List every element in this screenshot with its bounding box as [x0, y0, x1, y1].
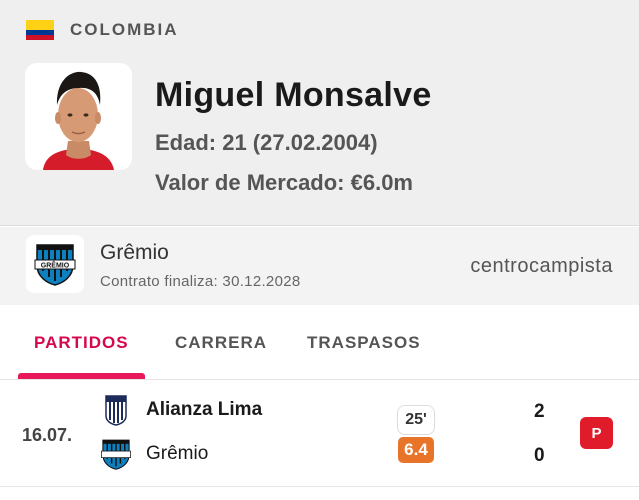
country-row[interactable]: COLOMBIA: [26, 20, 179, 40]
tab-carrera[interactable]: CARRERA: [175, 333, 267, 353]
player-header: COLOMBIA Miguel Monsalve Edad: 21 (27.02…: [0, 0, 639, 226]
alianza-lima-crest-icon: [100, 393, 132, 427]
colombia-flag-icon: [26, 20, 54, 40]
country-name: COLOMBIA: [70, 20, 179, 39]
player-photo: [25, 63, 132, 170]
svg-text:GRÊMIO: GRÊMIO: [41, 261, 70, 270]
home-team-name: Alianza Lima: [146, 399, 263, 420]
home-team: Alianza Lima: [100, 393, 262, 427]
active-tab-indicator: [18, 373, 145, 379]
result-badge: P: [580, 417, 613, 449]
tab-bar: PARTIDOS CARRERA TRASPASOS: [0, 305, 639, 380]
gremio-crest-icon: [100, 437, 132, 471]
minutes-played: 25': [397, 405, 435, 435]
away-team: Grêmio: [100, 437, 208, 471]
away-team-name: Grêmio: [146, 443, 209, 464]
away-score: 0: [534, 445, 545, 466]
match-row[interactable]: 16.07. Alianza Lima Grêmio 25' 6.4 2 0 P: [0, 381, 639, 487]
tab-traspasos[interactable]: TRASPASOS: [307, 333, 421, 353]
club-name: Grêmio: [100, 241, 169, 264]
gremio-crest-icon: GRÊMIO: [26, 235, 84, 293]
player-position: centrocampista: [470, 255, 613, 277]
tab-partidos[interactable]: PARTIDOS: [34, 333, 129, 353]
club-row[interactable]: GRÊMIO Grêmio Contrato finaliza: 30.12.2…: [0, 227, 639, 305]
player-name: Miguel Monsalve: [155, 76, 432, 114]
home-score: 2: [534, 401, 545, 422]
player-rating: 6.4: [398, 437, 434, 463]
market-value: Valor de Mercado: €6.0m: [155, 170, 413, 195]
contract-end: Contrato finaliza: 30.12.2028: [100, 273, 301, 290]
match-date: 16.07.: [22, 425, 73, 445]
player-age: Edad: 21 (27.02.2004): [155, 130, 378, 155]
